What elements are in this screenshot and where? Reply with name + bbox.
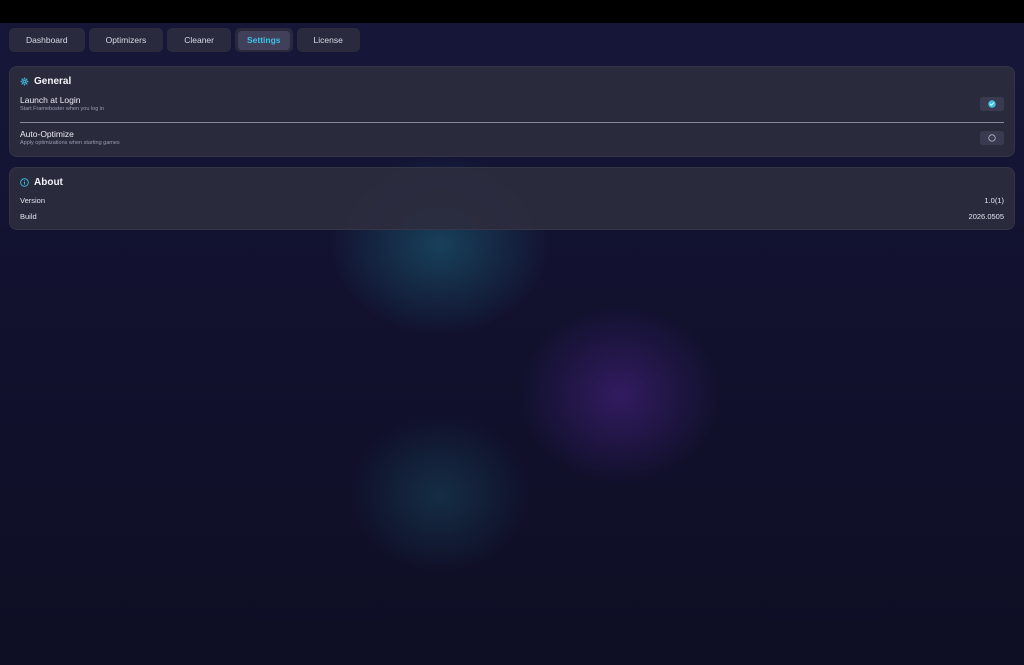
- tab-bar: Dashboard Optimizers Cleaner Settings Li…: [9, 28, 360, 53]
- version-value: 1.0(1): [984, 196, 1004, 205]
- launch-at-login-toggle[interactable]: [980, 97, 1004, 111]
- general-header: General: [20, 76, 71, 87]
- build-value: 2026.0505: [968, 212, 1004, 221]
- about-card: About Version 1.0(1) Build 2026.0505: [9, 167, 1015, 230]
- window-titlebar: [0, 0, 1024, 23]
- tab-dashboard[interactable]: Dashboard: [9, 28, 85, 52]
- auto-optimize-toggle[interactable]: [980, 131, 1004, 145]
- tab-settings[interactable]: Settings: [235, 28, 293, 52]
- tab-optimizers[interactable]: Optimizers: [88, 28, 164, 52]
- auto-optimize-description: Apply optimizations when starting games: [20, 140, 120, 146]
- tab-label: License: [313, 35, 343, 45]
- auto-optimize-row: Auto-Optimize Apply optimizations when s…: [20, 129, 1004, 146]
- tab-label: Optimizers: [105, 35, 147, 45]
- launch-at-login-label: Launch at Login: [20, 95, 81, 105]
- general-card: General Launch at Login Start Frameboste…: [9, 66, 1015, 157]
- tab-label: Dashboard: [26, 35, 68, 45]
- gear-icon: [20, 77, 29, 86]
- auto-optimize-label: Auto-Optimize: [20, 129, 74, 139]
- checkmark-circle-icon: [988, 95, 996, 113]
- tab-license[interactable]: License: [296, 28, 360, 52]
- launch-at-login-description: Start Frameboster when you log in: [20, 106, 105, 112]
- general-title: General: [34, 76, 72, 87]
- empty-circle-icon: [988, 129, 996, 147]
- version-label: Version: [20, 196, 46, 205]
- build-label: Build: [20, 212, 37, 221]
- build-row: Build 2026.0505: [20, 212, 1004, 221]
- info-icon: [20, 178, 29, 187]
- divider: [20, 122, 1004, 123]
- version-row: Version 1.0(1): [20, 196, 1004, 205]
- tab-cleaner[interactable]: Cleaner: [167, 28, 231, 52]
- tab-label: Cleaner: [184, 35, 214, 45]
- launch-at-login-row: Launch at Login Start Frameboster when y…: [20, 95, 1004, 112]
- tab-label: Settings: [247, 35, 281, 45]
- tab-settings-active-pill: Settings: [238, 30, 290, 50]
- about-title: About: [34, 177, 63, 188]
- about-header: About: [20, 177, 63, 188]
